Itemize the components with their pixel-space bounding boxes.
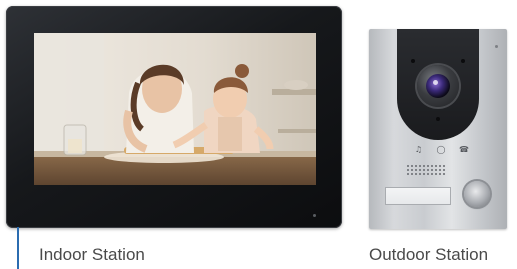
bell-icon: ♫ <box>414 145 423 154</box>
camera-lens-housing <box>417 65 459 107</box>
microphone-hole <box>495 45 498 48</box>
ir-led-bottom <box>436 117 440 121</box>
indoor-monitor <box>6 6 342 228</box>
call-button[interactable] <box>464 181 490 207</box>
phone-icon: ☎ <box>459 145 469 154</box>
status-indicator-row: ♫ ◯ ☎ <box>414 145 469 155</box>
outdoor-station-label: Outdoor Station <box>369 245 489 264</box>
name-plate <box>385 187 451 205</box>
speaker-grille <box>406 164 446 176</box>
indoor-station-label: Indoor Station <box>39 245 145 264</box>
monitor-indicator-light <box>313 214 316 217</box>
ir-led-left <box>411 59 415 63</box>
monitor-screen-image <box>34 33 316 185</box>
key-icon: ◯ <box>436 145 446 154</box>
monitor-screen <box>34 33 316 185</box>
camera-lens-icon <box>426 74 450 98</box>
lens-glint <box>433 80 438 85</box>
callout-line <box>17 227 19 269</box>
outdoor-station: ♫ ◯ ☎ <box>369 29 507 229</box>
camera-panel <box>397 29 479 140</box>
ir-led-right <box>461 59 465 63</box>
